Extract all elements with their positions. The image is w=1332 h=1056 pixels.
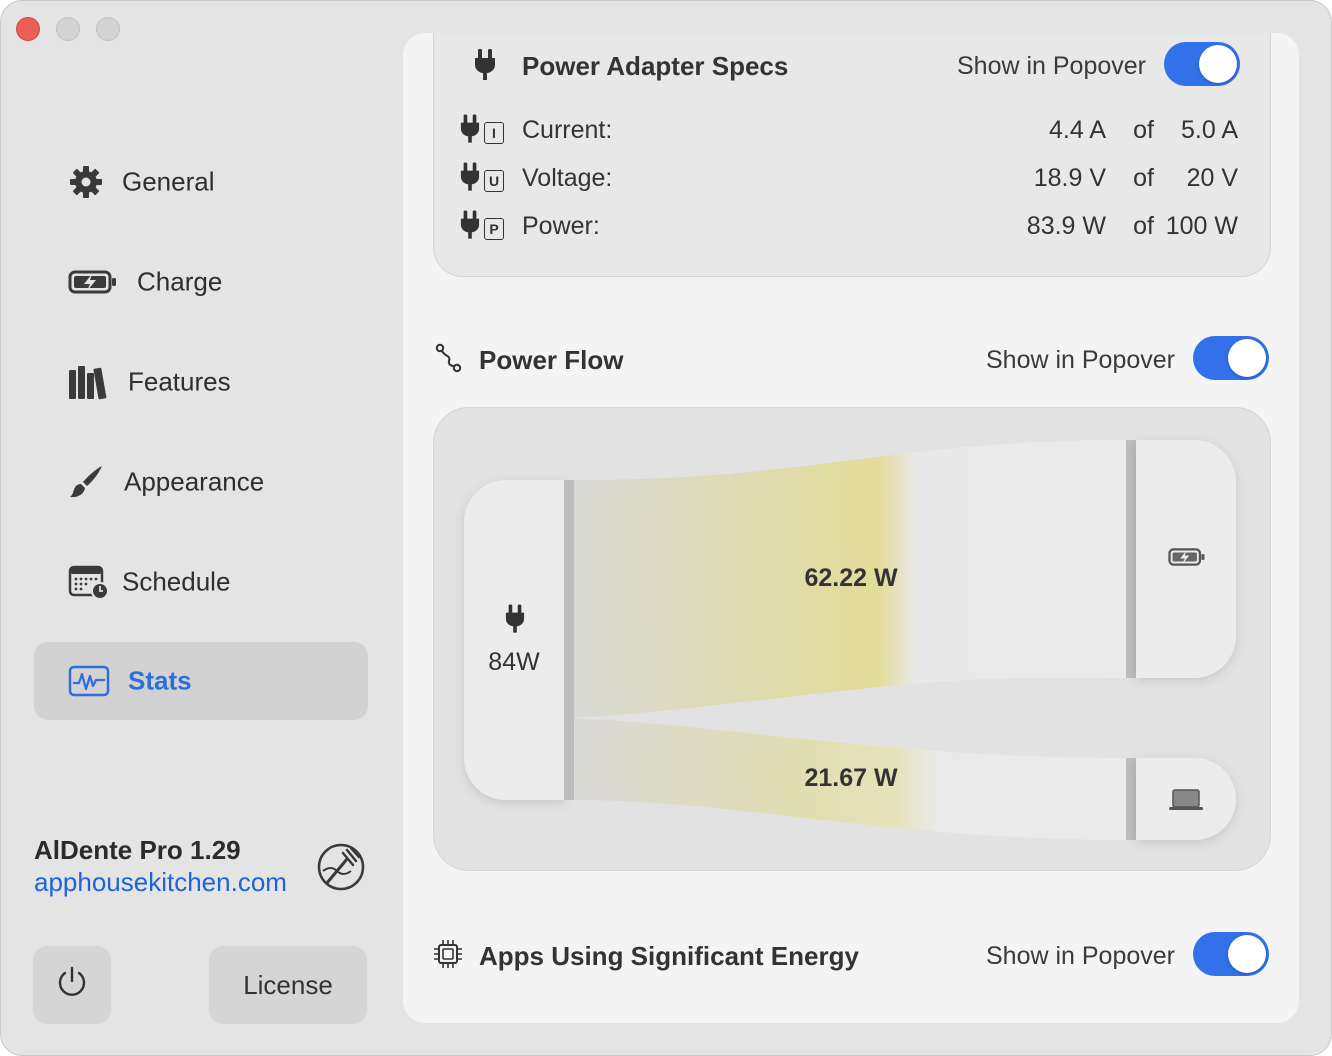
power-flow-title: Power Flow bbox=[479, 345, 624, 375]
show-in-popover-label: Show in Popover bbox=[956, 52, 1146, 80]
sidebar-item-general[interactable]: General bbox=[34, 143, 368, 221]
power-source-node bbox=[464, 480, 574, 800]
spec-row-power: P Power: 83.9 W of 100 W bbox=[460, 206, 1240, 246]
show-in-popover-label: Show in Popover bbox=[985, 942, 1175, 970]
spec-max: 100 W bbox=[1165, 212, 1238, 240]
zoom-window-button[interactable] bbox=[96, 17, 120, 41]
sidebar-item-appearance[interactable]: Appearance bbox=[34, 443, 368, 521]
apps-energy-popover-toggle[interactable] bbox=[1193, 932, 1269, 976]
spec-label: Voltage: bbox=[522, 164, 613, 192]
sidebar-item-label: Schedule bbox=[122, 566, 231, 597]
sidebar-item-label: Charge bbox=[137, 266, 223, 297]
spec-of: of bbox=[1133, 212, 1154, 240]
aldente-fork-logo-icon bbox=[315, 841, 367, 898]
window-controls bbox=[16, 17, 120, 41]
spec-label: Current: bbox=[522, 116, 613, 144]
minimize-window-button[interactable] bbox=[56, 17, 80, 41]
plug-icon bbox=[460, 162, 480, 199]
laptop-icon bbox=[1168, 788, 1204, 817]
gear-icon bbox=[68, 164, 104, 200]
battery-flow-value: 62.22 W bbox=[804, 564, 898, 592]
plug-icon bbox=[505, 604, 525, 639]
spec-of: of bbox=[1133, 164, 1154, 192]
paintbrush-icon bbox=[68, 464, 104, 500]
sidebar-item-features[interactable]: Features bbox=[34, 343, 368, 421]
books-icon bbox=[68, 364, 108, 400]
battery-charging-icon bbox=[68, 269, 118, 295]
spec-of: of bbox=[1133, 116, 1154, 144]
sidebar-item-label: Features bbox=[128, 366, 231, 397]
stats-panel: Power Adapter Specs Show in Popover I Cu… bbox=[403, 33, 1299, 1023]
app-version-label: AlDente Pro 1.29 bbox=[34, 835, 241, 865]
power-symbol-icon: P bbox=[484, 217, 504, 240]
sidebar-item-label: Appearance bbox=[124, 466, 265, 497]
source-power-label: 84W bbox=[488, 648, 540, 676]
website-link[interactable]: apphousekitchen.com bbox=[34, 867, 287, 898]
sidebar-item-label: General bbox=[122, 166, 215, 197]
power-flow-diagram: 84W 62.22 W 21.67 W bbox=[433, 407, 1271, 871]
voltage-symbol-icon: U bbox=[484, 169, 504, 192]
cpu-chip-icon bbox=[433, 939, 463, 974]
quit-power-button[interactable] bbox=[33, 946, 111, 1024]
close-window-button[interactable] bbox=[16, 17, 40, 41]
plug-icon bbox=[460, 210, 480, 247]
spec-value: 83.9 W bbox=[1026, 212, 1106, 240]
settings-window: General Charge Features Appearance Sched… bbox=[0, 0, 1332, 1056]
spec-value: 4.4 A bbox=[1049, 116, 1106, 144]
system-flow-value: 21.67 W bbox=[804, 764, 898, 792]
power-icon bbox=[54, 964, 90, 1007]
show-in-popover-label: Show in Popover bbox=[985, 346, 1175, 374]
apps-energy-title: Apps Using Significant Energy bbox=[479, 941, 859, 971]
sidebar-item-schedule[interactable]: Schedule bbox=[34, 543, 368, 621]
battery-charging-icon bbox=[1168, 546, 1206, 573]
spec-label: Power: bbox=[522, 212, 600, 240]
sidebar-item-label: Stats bbox=[128, 665, 192, 696]
calendar-clock-icon bbox=[68, 564, 110, 600]
plug-icon bbox=[460, 114, 480, 151]
adapter-popover-toggle[interactable] bbox=[1164, 42, 1240, 86]
power-adapter-specs-title: Power Adapter Specs bbox=[522, 51, 789, 81]
power-flow-popover-toggle[interactable] bbox=[1193, 336, 1269, 380]
sidebar-item-charge[interactable]: Charge bbox=[34, 243, 368, 321]
spec-max: 20 V bbox=[1186, 164, 1238, 192]
spec-row-voltage: U Voltage: 18.9 V of 20 V bbox=[460, 158, 1240, 198]
license-button[interactable]: License bbox=[209, 946, 367, 1024]
spec-max: 5.0 A bbox=[1181, 116, 1238, 144]
power-adapter-specs-card: Power Adapter Specs Show in Popover I Cu… bbox=[433, 33, 1271, 277]
spec-row-current: I Current: 4.4 A of 5.0 A bbox=[460, 110, 1240, 150]
flow-path-icon bbox=[435, 343, 463, 378]
plug-icon bbox=[474, 49, 496, 86]
current-symbol-icon: I bbox=[484, 121, 504, 144]
waveform-chart-icon bbox=[68, 665, 110, 697]
sidebar-item-stats[interactable]: Stats bbox=[34, 642, 368, 720]
spec-value: 18.9 V bbox=[1033, 164, 1106, 192]
